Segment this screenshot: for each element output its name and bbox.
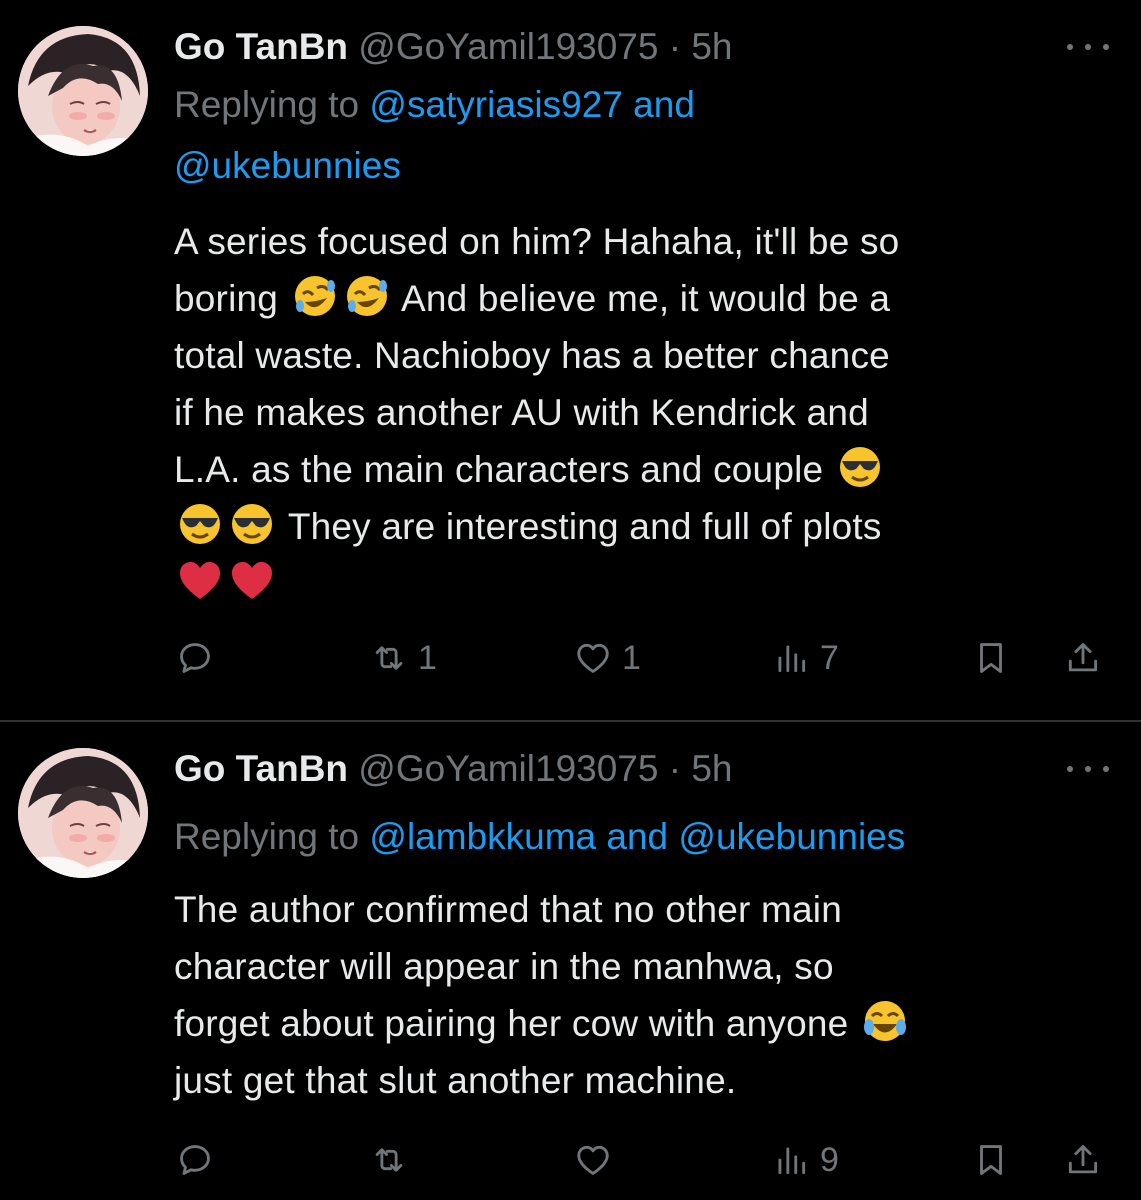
sunglasses-emoji-icon [176, 500, 224, 548]
views-button[interactable]: 9 [772, 1130, 839, 1190]
text-fragment: They are interesting and full of plots [287, 506, 882, 547]
view-count: 7 [820, 638, 839, 677]
reply-mentions[interactable]: @lambkkuma and @ukebunnies [369, 816, 905, 857]
avatar[interactable] [18, 26, 148, 156]
like-button[interactable]: 1 [574, 628, 641, 688]
replying-label: Replying to [174, 84, 370, 125]
retweet-icon [375, 1148, 403, 1172]
bookmark-button[interactable] [972, 628, 1010, 688]
reply-button[interactable] [176, 1130, 224, 1190]
separator-dot: · [668, 26, 682, 67]
timestamp[interactable]: 5h [691, 748, 732, 789]
heart-icon [577, 1145, 609, 1175]
sunglasses-emoji-icon [836, 443, 884, 491]
tweet-header: Go TanBn @GoYamil193075 · 5h [174, 744, 1111, 794]
sunglasses-emoji-icon [228, 500, 276, 548]
red-heart-emoji-icon [176, 557, 224, 605]
text-fragment: And believe me, it would be a [401, 278, 891, 319]
bookmark-icon [980, 643, 1002, 673]
views-icon [778, 645, 806, 673]
view-count: 9 [820, 1140, 839, 1179]
retweet-button[interactable] [370, 1130, 418, 1190]
text-line: if he makes another AU with Kendrick and [174, 392, 869, 433]
user-handle[interactable]: @GoYamil193075 [358, 748, 658, 789]
more-icon[interactable] [1063, 28, 1113, 64]
rofl-emoji-icon [291, 272, 339, 320]
share-button[interactable] [1064, 628, 1102, 688]
retweet-icon [375, 646, 403, 670]
user-handle[interactable]: @GoYamil193075 [358, 26, 658, 67]
text-line: boring And believe me, it would be a [174, 270, 1101, 327]
text-fragment: boring [174, 278, 279, 319]
bookmark-icon [980, 1145, 1002, 1175]
heart-icon [577, 643, 609, 673]
text-fragment: forget about pairing her cow with anyone [174, 1003, 849, 1044]
bookmark-button[interactable] [972, 1130, 1010, 1190]
tears-of-joy-emoji-icon [861, 997, 909, 1045]
replying-label: Replying to [174, 816, 370, 857]
replying-to: Replying to @satyriasis927 and [174, 74, 1111, 135]
tweet-text: A series focused on him? Hahaha, it'll b… [174, 213, 1101, 612]
display-name[interactable]: Go TanBn [174, 748, 348, 789]
views-button[interactable]: 7 [772, 628, 839, 688]
share-icon [1068, 1145, 1098, 1174]
tweet-text: The author confirmed that no other main … [174, 881, 1101, 1109]
reply-mention[interactable]: @ukebunnies [174, 145, 401, 186]
rofl-emoji-icon [343, 272, 391, 320]
avatar[interactable] [18, 748, 148, 878]
reply-mentions[interactable]: @satyriasis927 and [369, 84, 695, 125]
separator-dot: · [668, 748, 682, 789]
text-line: forget about pairing her cow with anyone [174, 995, 1101, 1052]
text-line: The author confirmed that no other main [174, 889, 843, 930]
display-name[interactable]: Go TanBn [174, 26, 348, 67]
share-button[interactable] [1064, 1130, 1102, 1190]
reply-icon [180, 643, 210, 673]
text-fragment: L.A. as the main characters and couple [174, 449, 824, 490]
replying-to-line2: @ukebunnies [174, 135, 1111, 196]
like-count: 1 [622, 638, 641, 677]
text-line [174, 555, 1101, 612]
text-line: L.A. as the main characters and couple [174, 441, 1101, 498]
text-line: total waste. Nachioboy has a better chan… [174, 335, 890, 376]
tweet[interactable]: Go TanBn @GoYamil193075 · 5h Replying to… [0, 722, 1141, 1200]
retweet-button[interactable]: 1 [370, 628, 437, 688]
reply-icon [180, 1145, 210, 1175]
reply-button[interactable] [176, 628, 224, 688]
timestamp[interactable]: 5h [691, 26, 732, 67]
text-line: just get that slut another machine. [174, 1060, 737, 1101]
text-line: They are interesting and full of plots [174, 498, 1101, 555]
retweet-count: 1 [418, 638, 437, 677]
more-icon[interactable] [1063, 750, 1113, 786]
text-line: character will appear in the manhwa, so [174, 946, 834, 987]
tweet-header: Go TanBn @GoYamil193075 · 5h [174, 22, 1111, 72]
replying-to: Replying to @lambkkuma and @ukebunnies [174, 806, 1111, 867]
views-icon [778, 1147, 806, 1175]
text-line: A series focused on him? Hahaha, it'll b… [174, 221, 900, 262]
tweet-actions: 1 1 7 [0, 628, 1141, 688]
share-icon [1068, 643, 1098, 672]
tweet-actions: 9 [0, 1130, 1141, 1190]
like-button[interactable] [574, 1130, 622, 1190]
red-heart-emoji-icon [228, 557, 276, 605]
tweet[interactable]: Go TanBn @GoYamil193075 · 5h Replying to… [0, 0, 1141, 720]
